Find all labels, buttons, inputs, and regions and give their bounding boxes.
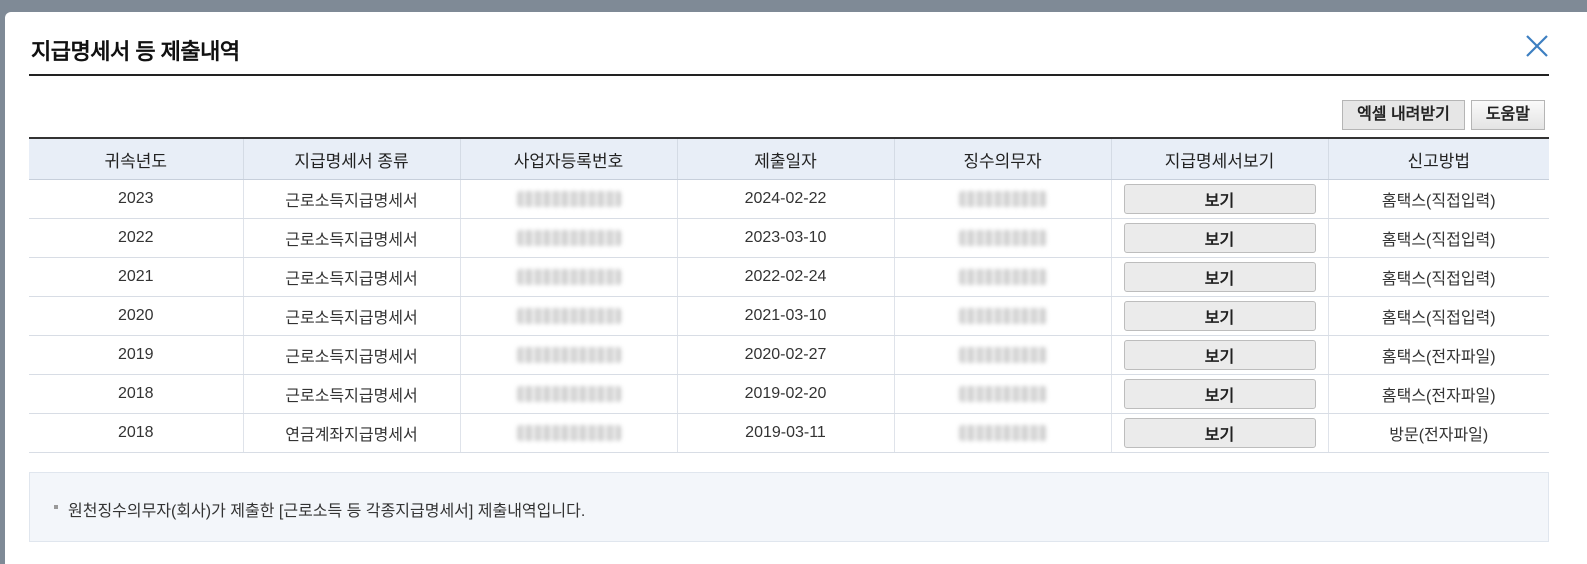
cell-type: 근로소득지급명세서: [242, 218, 460, 258]
cell-type: 근로소득지급명세서: [242, 257, 460, 297]
table-row: 2018 근로소득지급명세서 2019-02-20 보기 홈택스(전자파일): [29, 374, 1549, 414]
cell-withholder: [893, 257, 1111, 297]
cell-biz-number: [459, 218, 677, 258]
redacted-biz-number: [516, 307, 621, 324]
cell-biz-number: [459, 257, 677, 297]
view-statement-button[interactable]: 보기: [1123, 379, 1316, 409]
cell-withholder: [893, 335, 1111, 375]
header-view: 지급명세서보기: [1110, 137, 1328, 180]
view-statement-button[interactable]: 보기: [1123, 262, 1316, 292]
cell-view: 보기: [1110, 413, 1328, 453]
cell-submit-date: 2021-03-10: [676, 296, 894, 336]
cell-submit-date: 2019-03-11: [676, 413, 894, 453]
cell-biz-number: [459, 296, 677, 336]
cell-method: 홈택스(전자파일): [1327, 335, 1549, 375]
redacted-biz-number: [516, 268, 621, 285]
table-row: 2019 근로소득지급명세서 2020-02-27 보기 홈택스(전자파일): [29, 335, 1549, 375]
view-statement-button[interactable]: 보기: [1123, 223, 1316, 253]
cell-view: 보기: [1110, 179, 1328, 219]
cell-withholder: [893, 374, 1111, 414]
header-type: 지급명세서 종류: [242, 137, 460, 180]
cell-type: 근로소득지급명세서: [242, 179, 460, 219]
title-divider: [29, 74, 1549, 76]
header-year: 귀속년도: [29, 137, 243, 180]
cell-method: 홈택스(직접입력): [1327, 218, 1549, 258]
header-method: 신고방법: [1327, 137, 1549, 180]
header-submit-date: 제출일자: [676, 137, 894, 180]
redacted-biz-number: [516, 346, 621, 363]
submission-table: 귀속년도 지급명세서 종류 사업자등록번호 제출일자 징수의무자 지급명세서보기…: [29, 137, 1549, 453]
table-row: 2018 연금계좌지급명세서 2019-03-11 보기 방문(전자파일): [29, 413, 1549, 453]
table-row: 2021 근로소득지급명세서 2022-02-24 보기 홈택스(직접입력): [29, 257, 1549, 297]
cell-method: 방문(전자파일): [1327, 413, 1549, 453]
cell-year: 2021: [29, 257, 243, 297]
help-button[interactable]: 도움말: [1470, 100, 1545, 130]
cell-submit-date: 2024-02-22: [676, 179, 894, 219]
cell-biz-number: [459, 335, 677, 375]
cell-withholder: [893, 179, 1111, 219]
cell-withholder: [893, 413, 1111, 453]
cell-view: 보기: [1110, 335, 1328, 375]
cell-view: 보기: [1110, 257, 1328, 297]
view-statement-button[interactable]: 보기: [1123, 340, 1316, 370]
cell-biz-number: [459, 179, 677, 219]
header-withholder: 징수의무자: [893, 137, 1111, 180]
dialog-title: 지급명세서 등 제출내역: [31, 39, 240, 64]
redacted-biz-number: [516, 190, 621, 207]
redacted-biz-number: [516, 229, 621, 246]
redacted-withholder: [958, 190, 1047, 207]
table-row: 2020 근로소득지급명세서 2021-03-10 보기 홈택스(직접입력): [29, 296, 1549, 336]
excel-download-button[interactable]: 엑셀 내려받기: [1342, 100, 1465, 130]
cell-year: 2018: [29, 374, 243, 414]
redacted-withholder: [958, 229, 1047, 246]
cell-submit-date: 2020-02-27: [676, 335, 894, 375]
cell-submit-date: 2019-02-20: [676, 374, 894, 414]
cell-type: 근로소득지급명세서: [242, 374, 460, 414]
notice-box: 원천징수의무자(회사)가 제출한 [근로소득 등 각종지급명세서] 제출내역입니…: [29, 472, 1549, 542]
cell-biz-number: [459, 413, 677, 453]
redacted-withholder: [958, 307, 1047, 324]
notice-text: 원천징수의무자(회사)가 제출한 [근로소득 등 각종지급명세서] 제출내역입니…: [68, 503, 586, 520]
redacted-biz-number: [516, 424, 621, 441]
cell-biz-number: [459, 374, 677, 414]
cell-year: 2019: [29, 335, 243, 375]
cell-year: 2023: [29, 179, 243, 219]
redacted-withholder: [958, 268, 1047, 285]
cell-method: 홈택스(전자파일): [1327, 374, 1549, 414]
bullet-icon: [54, 505, 58, 509]
cell-year: 2022: [29, 218, 243, 258]
cell-year: 2020: [29, 296, 243, 336]
cell-year: 2018: [29, 413, 243, 453]
toolbar: 엑셀 내려받기 도움말: [1342, 100, 1545, 130]
cell-view: 보기: [1110, 218, 1328, 258]
cell-type: 근로소득지급명세서: [242, 296, 460, 336]
redacted-withholder: [958, 385, 1047, 402]
table-header-row: 귀속년도 지급명세서 종류 사업자등록번호 제출일자 징수의무자 지급명세서보기…: [29, 137, 1549, 180]
cell-submit-date: 2023-03-10: [676, 218, 894, 258]
table-row: 2023 근로소득지급명세서 2024-02-22 보기 홈택스(직접입력): [29, 179, 1549, 219]
cell-withholder: [893, 218, 1111, 258]
cell-method: 홈택스(직접입력): [1327, 179, 1549, 219]
cell-method: 홈택스(직접입력): [1327, 257, 1549, 297]
view-statement-button[interactable]: 보기: [1123, 418, 1316, 448]
cell-view: 보기: [1110, 296, 1328, 336]
submission-history-dialog: 지급명세서 등 제출내역 엑셀 내려받기 도움말 귀속년도 지급명세서 종류 사…: [5, 12, 1587, 564]
redacted-biz-number: [516, 385, 621, 402]
view-statement-button[interactable]: 보기: [1123, 301, 1316, 331]
close-button[interactable]: [1523, 32, 1551, 60]
redacted-withholder: [958, 424, 1047, 441]
table-row: 2022 근로소득지급명세서 2023-03-10 보기 홈택스(직접입력): [29, 218, 1549, 258]
close-icon: [1526, 35, 1548, 57]
cell-method: 홈택스(직접입력): [1327, 296, 1549, 336]
cell-view: 보기: [1110, 374, 1328, 414]
view-statement-button[interactable]: 보기: [1123, 184, 1316, 214]
cell-withholder: [893, 296, 1111, 336]
header-biz-number: 사업자등록번호: [459, 137, 677, 180]
cell-submit-date: 2022-02-24: [676, 257, 894, 297]
cell-type: 근로소득지급명세서: [242, 335, 460, 375]
redacted-withholder: [958, 346, 1047, 363]
cell-type: 연금계좌지급명세서: [242, 413, 460, 453]
